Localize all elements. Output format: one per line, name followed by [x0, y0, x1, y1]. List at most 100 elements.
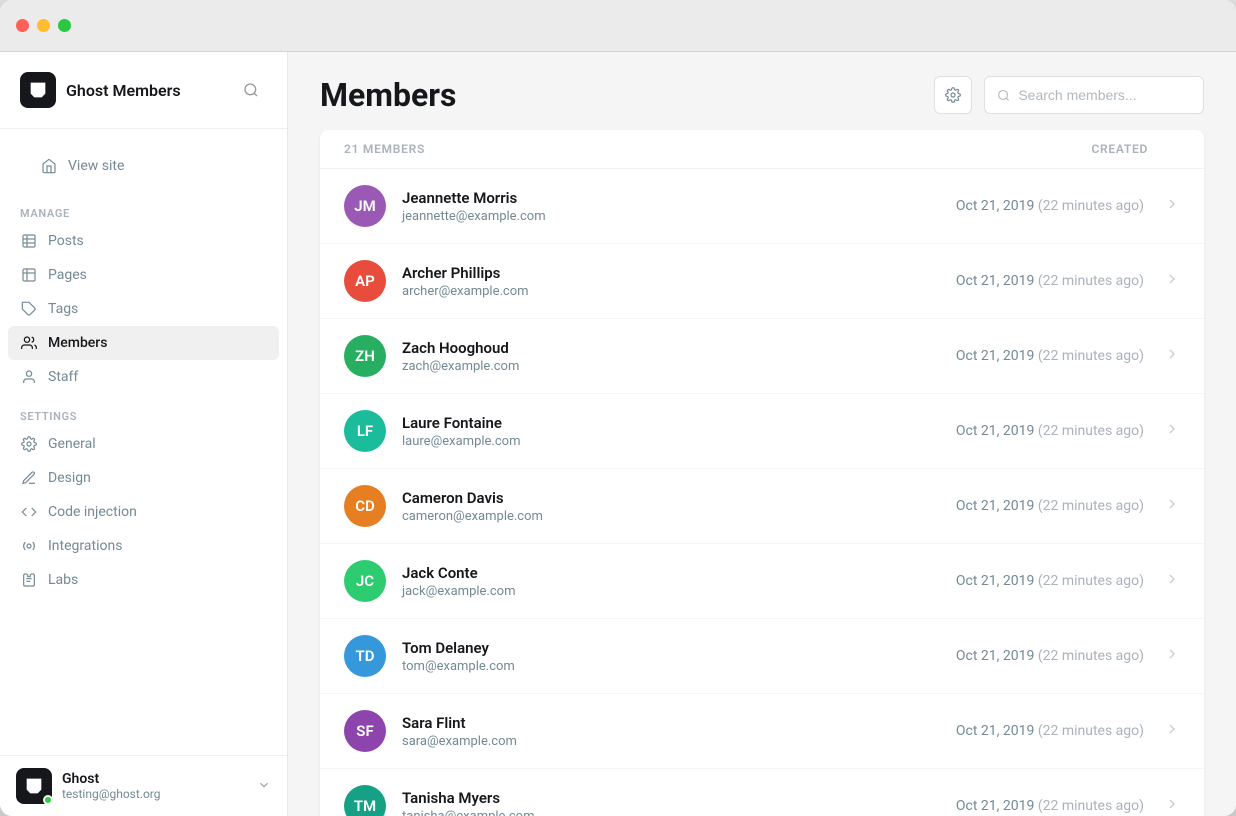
table-row[interactable]: JM Jeannette Morris jeannette@example.co…	[320, 169, 1204, 244]
chevron-right-icon	[1164, 346, 1180, 367]
member-info: Cameron Davis cameron@example.com	[402, 489, 956, 524]
user-name: Ghost	[62, 771, 160, 787]
member-name: Zach Hooghoud	[402, 339, 956, 357]
user-email: testing@ghost.org	[62, 787, 160, 801]
member-email: sara@example.com	[402, 734, 956, 749]
member-date: Oct 21, 2019 (22 minutes ago)	[956, 648, 1144, 664]
user-avatar	[16, 768, 52, 804]
member-date-relative: (22 minutes ago)	[1038, 648, 1144, 664]
search-icon	[997, 88, 1010, 103]
chevron-down-icon	[257, 777, 271, 796]
members-label: Members	[48, 335, 107, 351]
chevron-right-icon	[1164, 196, 1180, 217]
fullscreen-button[interactable]	[58, 19, 71, 32]
created-label: CREATED	[1091, 142, 1148, 156]
sidebar-item-pages[interactable]: Pages	[8, 258, 279, 292]
chevron-right-icon	[1164, 646, 1180, 667]
sidebar-footer[interactable]: Ghost testing@ghost.org	[0, 755, 287, 816]
integrations-icon	[20, 537, 38, 555]
member-info: Laure Fontaine laure@example.com	[402, 414, 956, 449]
member-date: Oct 21, 2019 (22 minutes ago)	[956, 348, 1144, 364]
members-list: JM Jeannette Morris jeannette@example.co…	[320, 169, 1204, 816]
member-avatar: JM	[344, 185, 386, 227]
member-date: Oct 21, 2019 (22 minutes ago)	[956, 573, 1144, 589]
posts-label: Posts	[48, 233, 84, 249]
settings-button[interactable]	[934, 76, 972, 114]
members-table-header: 21 MEMBERS CREATED	[320, 130, 1204, 169]
sidebar-search-button[interactable]	[235, 74, 267, 106]
table-row[interactable]: AP Archer Phillips archer@example.com Oc…	[320, 244, 1204, 319]
sidebar-item-code-injection[interactable]: Code injection	[8, 495, 279, 529]
chevron-right-icon	[1164, 496, 1180, 517]
labs-label: Labs	[48, 572, 78, 588]
table-row[interactable]: TM Tanisha Myers tanisha@example.com Oct…	[320, 769, 1204, 816]
main-content: Members	[288, 52, 1236, 816]
member-email: cameron@example.com	[402, 509, 956, 524]
table-row[interactable]: ZH Zach Hooghoud zach@example.com Oct 21…	[320, 319, 1204, 394]
member-avatar: LF	[344, 410, 386, 452]
member-name: Jeannette Morris	[402, 189, 956, 207]
table-row[interactable]: JC Jack Conte jack@example.com Oct 21, 2…	[320, 544, 1204, 619]
sidebar-item-posts[interactable]: Posts	[8, 224, 279, 258]
member-date-relative: (22 minutes ago)	[1038, 498, 1144, 514]
sidebar-item-labs[interactable]: Labs	[8, 563, 279, 597]
general-icon	[20, 435, 38, 453]
design-label: Design	[48, 470, 91, 486]
member-email: zach@example.com	[402, 359, 956, 374]
titlebar	[0, 0, 1236, 52]
sidebar-nav: View site MANAGE Posts	[0, 129, 287, 755]
chevron-right-icon	[1164, 796, 1180, 816]
app-window: Ghost Members	[0, 0, 1236, 816]
sidebar-item-staff[interactable]: Staff	[8, 360, 279, 394]
table-row[interactable]: LF Laure Fontaine laure@example.com Oct …	[320, 394, 1204, 469]
brand-icon	[20, 72, 56, 108]
tags-label: Tags	[48, 301, 78, 317]
user-avatar-icon	[23, 775, 45, 797]
member-email: tom@example.com	[402, 659, 956, 674]
members-count: 21 MEMBERS	[344, 142, 425, 156]
chevron-right-icon	[1164, 721, 1180, 742]
close-button[interactable]	[16, 19, 29, 32]
sidebar-item-integrations[interactable]: Integrations	[8, 529, 279, 563]
member-date: Oct 21, 2019 (22 minutes ago)	[956, 423, 1144, 439]
labs-icon	[20, 571, 38, 589]
member-date-relative: (22 minutes ago)	[1038, 198, 1144, 214]
member-email: laure@example.com	[402, 434, 956, 449]
footer-user: Ghost testing@ghost.org	[16, 768, 160, 804]
members-list-container: 21 MEMBERS CREATED JM Jeannette Morris j…	[288, 130, 1236, 816]
member-info: Tanisha Myers tanisha@example.com	[402, 789, 956, 816]
minimize-button[interactable]	[37, 19, 50, 32]
code-icon	[20, 503, 38, 521]
table-row[interactable]: CD Cameron Davis cameron@example.com Oct…	[320, 469, 1204, 544]
member-info: Tom Delaney tom@example.com	[402, 639, 956, 674]
sidebar-header: Ghost Members	[0, 52, 287, 129]
member-avatar: TM	[344, 785, 386, 816]
sidebar-item-general[interactable]: General	[8, 427, 279, 461]
table-row[interactable]: SF Sara Flint sara@example.com Oct 21, 2…	[320, 694, 1204, 769]
member-email: tanisha@example.com	[402, 809, 956, 816]
table-row[interactable]: TD Tom Delaney tom@example.com Oct 21, 2…	[320, 619, 1204, 694]
pages-icon	[20, 266, 38, 284]
view-site-section: View site	[0, 141, 287, 191]
sidebar-item-tags[interactable]: Tags	[8, 292, 279, 326]
posts-icon	[20, 232, 38, 250]
settings-icon	[945, 87, 961, 103]
member-date: Oct 21, 2019 (22 minutes ago)	[956, 723, 1144, 739]
app-body: Ghost Members	[0, 52, 1236, 816]
main-actions	[934, 76, 1204, 114]
sidebar-item-view-site[interactable]: View site	[28, 149, 259, 183]
search-icon	[243, 82, 259, 98]
sidebar-item-members[interactable]: Members	[8, 326, 279, 360]
sidebar: Ghost Members	[0, 52, 288, 816]
search-input[interactable]	[1018, 87, 1191, 103]
member-date: Oct 21, 2019 (22 minutes ago)	[956, 498, 1144, 514]
member-avatar: JC	[344, 560, 386, 602]
member-avatar: TD	[344, 635, 386, 677]
traffic-lights	[16, 19, 71, 32]
staff-label: Staff	[48, 369, 78, 385]
member-info: Jack Conte jack@example.com	[402, 564, 956, 599]
sidebar-item-design[interactable]: Design	[8, 461, 279, 495]
brand-name: Ghost Members	[66, 81, 181, 100]
member-avatar: SF	[344, 710, 386, 752]
member-name: Tom Delaney	[402, 639, 956, 657]
